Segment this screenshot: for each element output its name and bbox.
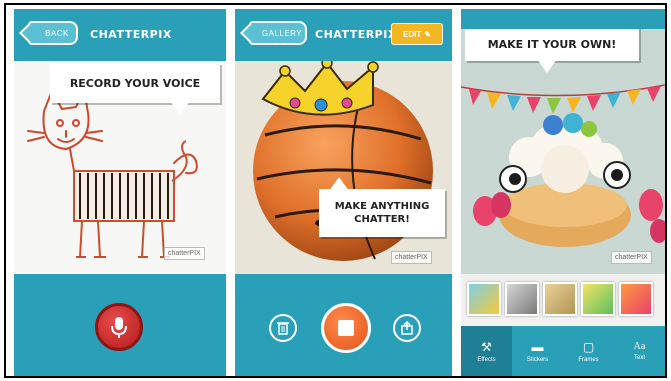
bubble-tail [170,101,190,115]
bottom-bar [235,274,452,376]
speech-bubble: MAKE ANYTHING CHATTER! [319,177,445,237]
watermark: chatterPIX [164,247,205,260]
screenshot-collage: BACK CHATTERPIX RECORD YOUR VOICE chatte… [4,3,667,378]
microphone-icon [111,317,127,338]
speech-bubble: MAKE IT YOUR OWN! [465,29,639,73]
app-title: CHATTERPIX [315,28,397,41]
share-button[interactable] [393,314,421,342]
effect-thumbnail[interactable] [543,282,577,316]
chatter-screen: GALLERY CHATTERPIX EDIT ✎ MAKE ANYTHING … [235,9,452,376]
speech-bubble: RECORD YOUR VOICE [50,63,220,115]
photo-canvas[interactable]: MAKE ANYTHING CHATTER! chatterPIX [235,61,452,274]
effect-thumbnails [461,274,665,326]
stop-button[interactable] [321,303,371,353]
back-arrow-icon [240,23,260,43]
delete-button[interactable] [269,314,297,342]
tool-effects[interactable]: ⚒ Effects [461,326,512,376]
back-button[interactable]: BACK [19,21,78,45]
text-icon: Aa [633,341,646,352]
tool-stickers[interactable]: ▬ Stickers [512,326,563,376]
bottom-bar [14,274,226,376]
photo-canvas[interactable]: MAKE IT YOUR OWN! chatterPIX [461,29,665,274]
pencil-icon: ✎ [424,29,431,39]
watermark: chatterPIX [611,251,652,264]
top-bar: BACK CHATTERPIX [14,9,226,61]
effect-thumbnail[interactable] [581,282,615,316]
basketball-photo [235,61,452,274]
edit-screen: MAKE IT YOUR OWN! chatterPIX ⚒ Effects ▬ [461,9,665,376]
photo-canvas[interactable]: RECORD YOUR VOICE chatterPIX [14,61,226,274]
tool-text[interactable]: Aa Text [614,326,665,376]
back-arrow-icon [19,23,39,43]
hat-icon: ▬ [531,339,544,354]
frame-icon: ▢ [582,339,595,354]
stop-icon [338,320,354,336]
tool-frames[interactable]: ▢ Frames [563,326,614,376]
cupcake-photo [461,29,665,274]
edit-toolbar: ⚒ Effects ▬ Stickers ▢ Frames Aa Text [461,326,665,376]
record-button[interactable] [95,303,143,351]
trash-icon [277,322,289,335]
effect-thumbnail[interactable] [467,282,501,316]
bottom-bar: ⚒ Effects ▬ Stickers ▢ Frames Aa Text [461,274,665,376]
wand-icon: ⚒ [481,339,492,354]
gallery-button[interactable]: GALLERY [240,21,307,45]
app-title: CHATTERPIX [90,28,172,41]
top-bar: GALLERY CHATTERPIX EDIT ✎ [235,9,452,61]
bubble-tail [329,177,349,191]
bubble-tail [537,59,557,73]
effect-thumbnail[interactable] [619,282,653,316]
record-screen: BACK CHATTERPIX RECORD YOUR VOICE chatte… [14,9,226,376]
share-icon [401,321,413,335]
effect-thumbnail[interactable] [505,282,539,316]
watermark: chatterPIX [391,251,432,264]
edit-button[interactable]: EDIT ✎ [391,23,443,45]
